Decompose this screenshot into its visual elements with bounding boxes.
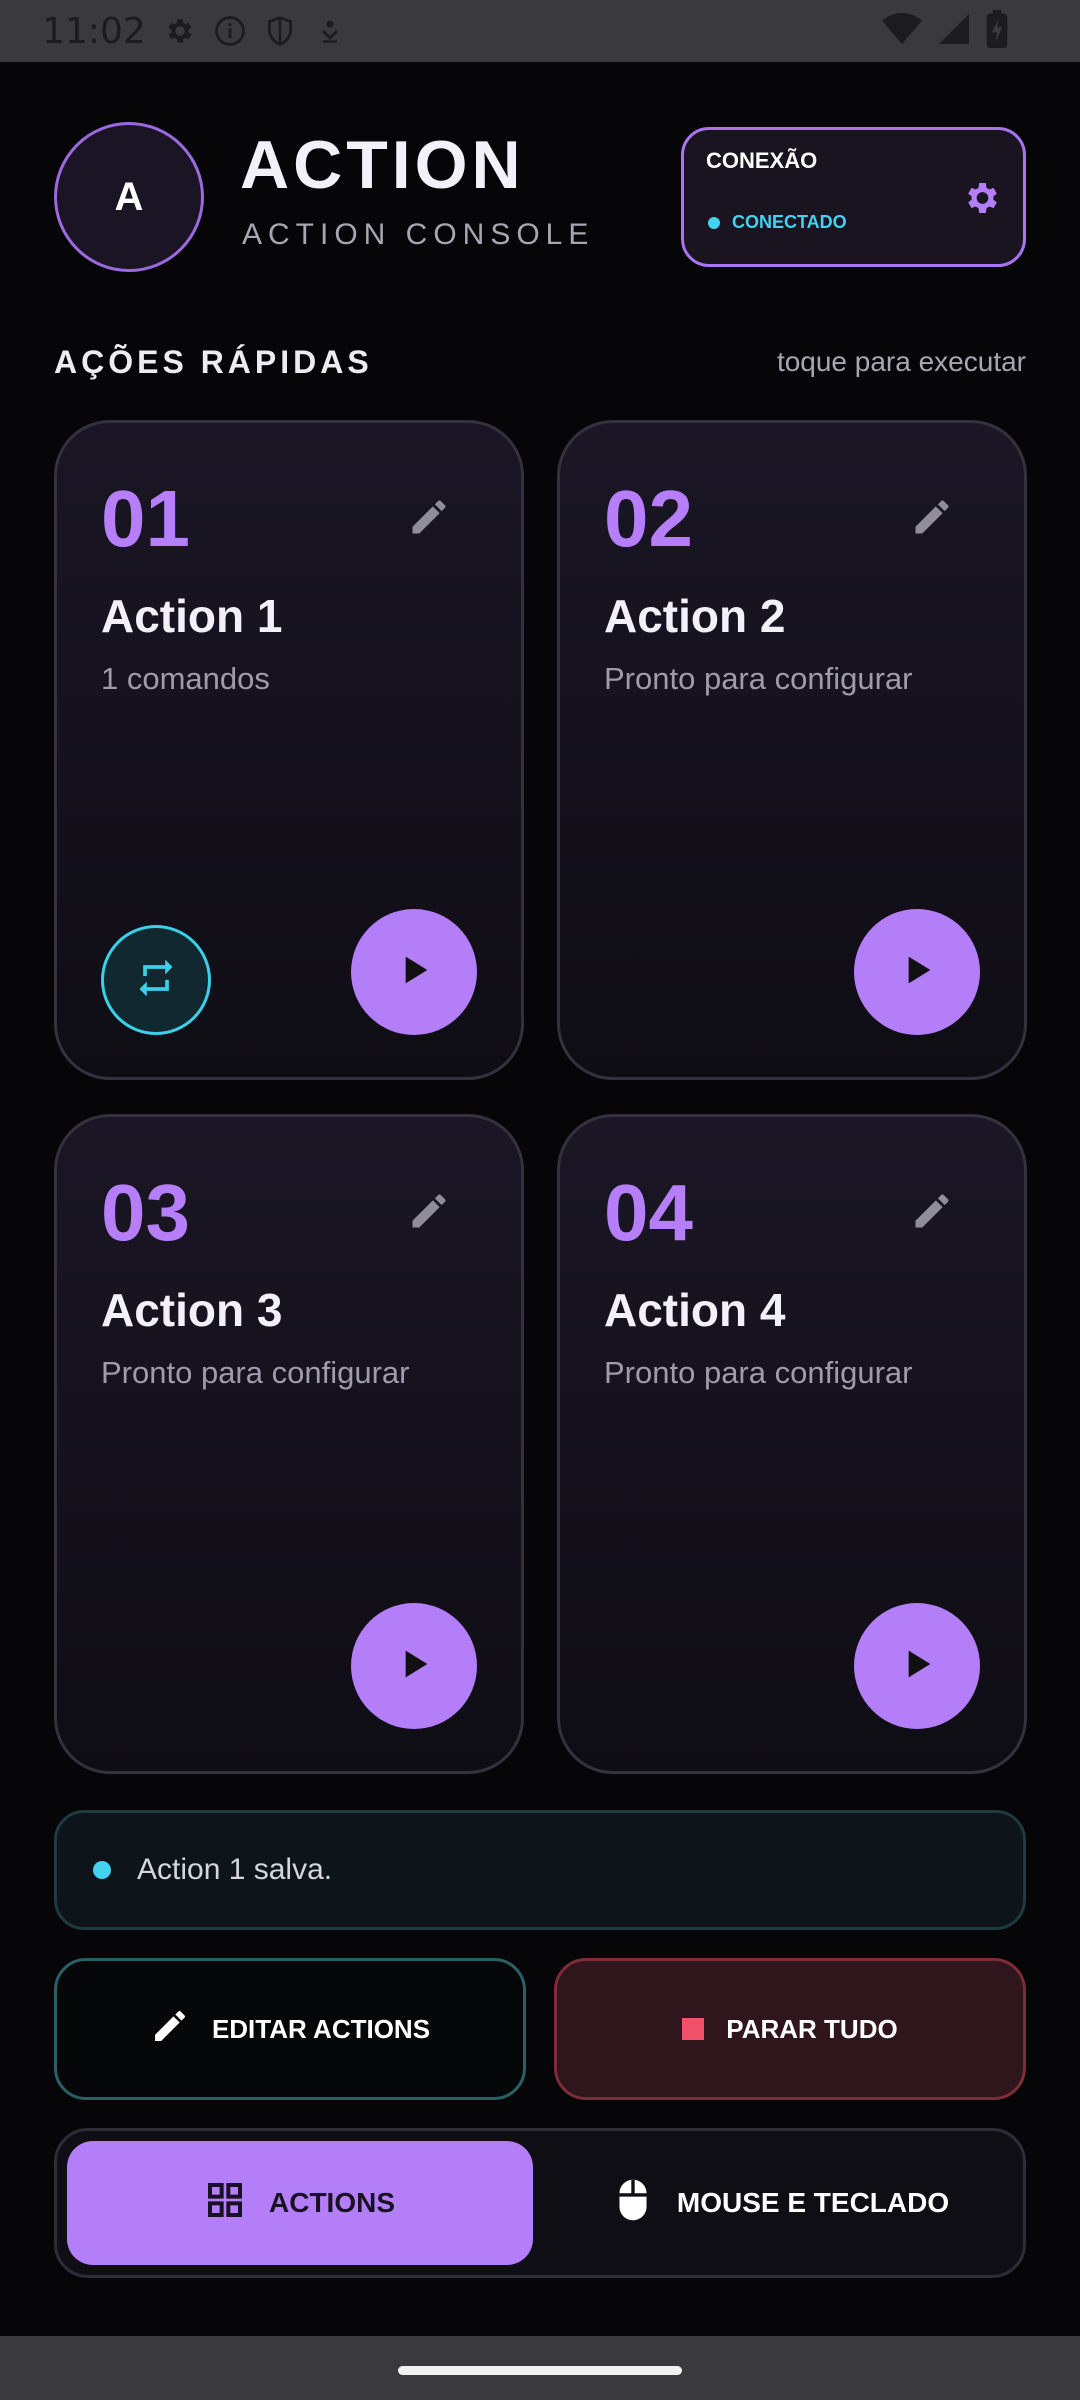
play-button[interactable] (351, 909, 477, 1035)
card-name: Action 4 (604, 1284, 786, 1336)
card-description: Pronto para configurar (604, 661, 913, 696)
action-card-4[interactable]: 04 Action 4 Pronto para configurar (557, 1114, 1027, 1774)
action-card-2[interactable]: 02 Action 2 Pronto para configurar (557, 420, 1027, 1080)
repeat-toggle[interactable] (101, 925, 211, 1035)
app-subtitle: ACTION CONSOLE (242, 218, 595, 251)
card-number: 02 (604, 474, 693, 563)
tab-mouse-keyboard-label: MOUSE E TECLADO (676, 2187, 950, 2218)
card-name: Action 1 (101, 590, 283, 642)
home-gesture-handle[interactable] (398, 2366, 682, 2375)
edit-pencil-icon[interactable] (407, 495, 451, 539)
tab-actions[interactable]: ACTIONS (67, 2141, 533, 2265)
play-button[interactable] (351, 1603, 477, 1729)
edit-actions-label: EDITAR ACTIONS (211, 2013, 431, 2044)
play-icon (394, 950, 434, 995)
stop-icon (682, 2018, 705, 2040)
card-description: Pronto para configurar (101, 1355, 410, 1390)
status-time: 11:02 (42, 10, 146, 52)
card-number: 04 (604, 1168, 693, 1257)
play-button[interactable] (854, 909, 980, 1035)
connection-panel[interactable]: CONEXÃO CONECTADO (681, 127, 1026, 267)
connection-status-text: CONECTADO (732, 212, 847, 232)
avatar[interactable]: A (54, 122, 204, 272)
pencil-icon (150, 2006, 190, 2053)
tab-actions-label: ACTIONS (269, 2187, 395, 2218)
edit-actions-button[interactable]: EDITAR ACTIONS (54, 1958, 526, 2100)
status-toast: Action 1 salva. (54, 1810, 1026, 1930)
download-icon (310, 11, 350, 51)
connection-status: CONECTADO (708, 212, 847, 233)
card-description: Pronto para configurar (604, 1355, 913, 1390)
toast-dot (93, 1861, 111, 1879)
card-name: Action 2 (604, 590, 786, 642)
grid-icon (205, 2180, 245, 2227)
card-name: Action 3 (101, 1284, 283, 1336)
status-dot (708, 216, 720, 229)
info-icon (210, 11, 250, 51)
card-description: 1 comandos (101, 661, 270, 696)
play-button[interactable] (854, 1603, 980, 1729)
action-card-3[interactable]: 03 Action 3 Pronto para configurar (54, 1114, 524, 1774)
shield-icon (260, 11, 300, 51)
app-title: ACTION (240, 127, 525, 203)
section-hint: toque para executar (776, 346, 1026, 377)
stop-all-button[interactable]: PARAR TUDO (554, 1958, 1026, 2100)
repeat-icon (134, 956, 178, 1005)
action-card-1[interactable]: 01 Action 1 1 comandos (54, 420, 524, 1080)
connection-settings-gear-icon[interactable] (961, 178, 1001, 218)
wifi-icon (882, 12, 922, 51)
edit-pencil-icon[interactable] (407, 1189, 451, 1233)
edit-pencil-icon[interactable] (910, 1189, 954, 1233)
stop-all-label: PARAR TUDO (726, 2013, 898, 2044)
card-number: 01 (101, 474, 190, 563)
connection-label: CONEXÃO (706, 148, 818, 173)
status-bar: 11:02 (0, 0, 1080, 62)
tab-mouse-keyboard[interactable]: MOUSE E TECLADO (543, 2141, 1019, 2265)
play-icon (394, 1644, 434, 1689)
mouse-icon (613, 2178, 653, 2229)
card-number: 03 (101, 1168, 190, 1257)
bottom-tab-bar: ACTIONS MOUSE E TECLADO (54, 2128, 1026, 2278)
signal-icon (936, 11, 972, 52)
settings-gear-icon (160, 11, 200, 51)
battery-icon (986, 10, 1008, 53)
edit-pencil-icon[interactable] (910, 495, 954, 539)
section-title: AÇÕES RÁPIDAS (54, 344, 373, 380)
toast-message: Action 1 salva. (137, 1853, 333, 1886)
play-icon (897, 1644, 937, 1689)
play-icon (897, 950, 937, 995)
